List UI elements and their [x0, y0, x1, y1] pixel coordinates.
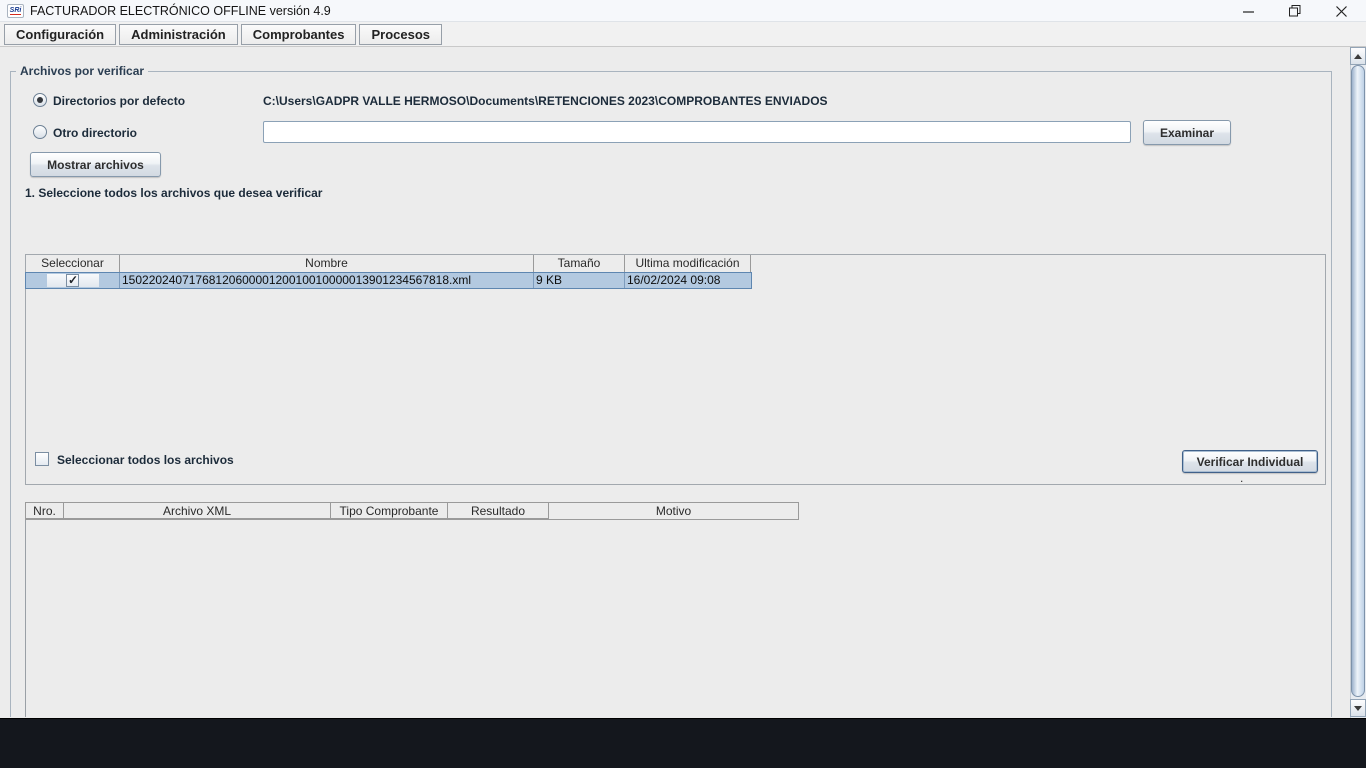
title-bar: SRi FACTURADOR ELECTRÓNICO OFFLINE versi… — [0, 0, 1366, 22]
col-tipo-comprobante[interactable]: Tipo Comprobante — [331, 503, 448, 519]
col-nombre[interactable]: Nombre — [120, 255, 534, 273]
groupbox-border-top — [10, 71, 1332, 72]
radio-selected-icon — [33, 93, 47, 107]
row-ultima-modificacion: 16/02/2024 09:08 — [627, 273, 721, 287]
col-tamano[interactable]: Tamaño — [534, 255, 625, 273]
radio-otro-directorio[interactable]: Otro directorio — [33, 125, 193, 141]
menu-administracion[interactable]: Administración — [119, 23, 238, 45]
taskbar: 1 24°C Nublado Búsqueda — [0, 718, 1366, 768]
col-resultado[interactable]: Resultado — [448, 503, 549, 519]
col-motivo[interactable]: Motivo — [549, 503, 798, 519]
close-button[interactable] — [1318, 0, 1364, 22]
groupbox-title: Archivos por verificar — [16, 64, 149, 78]
mostrar-archivos-button[interactable]: Mostrar archivos — [30, 152, 161, 177]
files-table-header: Seleccionar Nombre Tamaño Ultima modific… — [26, 255, 1325, 273]
col-seleccionar[interactable]: Seleccionar — [26, 255, 120, 273]
otro-directorio-input[interactable] — [263, 121, 1131, 143]
menu-configuracion[interactable]: Configuración — [4, 23, 117, 45]
verificar-individual-button[interactable]: Verificar Individual — [1182, 450, 1318, 473]
checkbox-unchecked-icon — [35, 452, 49, 466]
menu-comprobantes[interactable]: Comprobantes — [240, 23, 357, 45]
col-ultima-modificacion[interactable]: Ultima modificación — [625, 255, 751, 273]
groupbox-border-left — [10, 71, 11, 717]
results-table-left-border — [25, 520, 26, 717]
radio-unselected-icon — [33, 125, 47, 139]
files-table: Seleccionar Nombre Tamaño Ultima modific… — [25, 254, 1326, 485]
scroll-down-button[interactable] — [1350, 699, 1366, 717]
sri-app-icon: SRi — [7, 4, 24, 18]
restore-button[interactable] — [1272, 0, 1318, 22]
col-archivo-xml[interactable]: Archivo XML — [64, 503, 331, 519]
select-all-checkbox[interactable]: Seleccionar todos los archivos — [35, 452, 265, 468]
row-checkbox-checked-icon[interactable] — [66, 273, 79, 287]
results-table-header: Nro. Archivo XML Tipo Comprobante Result… — [25, 502, 799, 520]
menu-bar: Configuración Administración Comprobante… — [0, 22, 1366, 47]
scroll-up-button[interactable] — [1350, 47, 1366, 65]
radio-directorios-por-defecto[interactable]: Directorios por defecto — [33, 93, 253, 109]
scrollbar-thumb[interactable] — [1351, 65, 1365, 697]
groupbox-border-right — [1331, 71, 1332, 717]
row-tamano: 9 KB — [534, 273, 625, 288]
minimize-button[interactable] — [1225, 0, 1271, 22]
row-checkbox-cell[interactable] — [26, 273, 120, 288]
menu-procesos[interactable]: Procesos — [359, 23, 443, 45]
stray-dot: . — [1240, 471, 1244, 485]
main-content: Archivos por verificar Directorios por d… — [0, 47, 1366, 718]
row-nombre: 1502202407176812060000120010010000013901… — [120, 273, 534, 288]
examinar-button[interactable]: Examinar — [1143, 120, 1231, 145]
col-nro[interactable]: Nro. — [26, 503, 64, 519]
window-title: FACTURADOR ELECTRÓNICO OFFLINE versión 4… — [30, 4, 331, 18]
default-directory-path: C:\Users\GADPR VALLE HERMOSO\Documents\R… — [263, 94, 828, 108]
step1-label: 1. Seleccione todos los archivos que des… — [25, 186, 323, 200]
table-row[interactable]: 1502202407176812060000120010010000013901… — [25, 272, 752, 289]
